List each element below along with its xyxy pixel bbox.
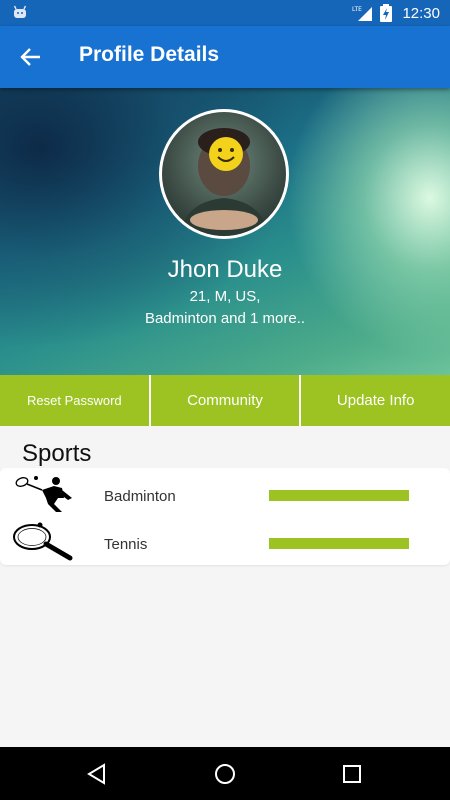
reset-password-button[interactable]: Reset Password (0, 375, 149, 426)
badminton-player-icon (15, 476, 72, 512)
recents-square-icon[interactable] (339, 761, 365, 787)
status-time: 12:30 (402, 4, 440, 22)
action-buttons: Reset Password Community Update Info (0, 375, 450, 426)
update-info-button[interactable]: Update Info (301, 375, 450, 426)
community-button[interactable]: Community (150, 375, 300, 426)
lte-signal-icon: LTE (352, 6, 373, 21)
sports-list: Badminton Tennis (0, 468, 450, 565)
sports-section-title: Sports (22, 440, 92, 467)
profile-name: Jhon Duke (167, 256, 283, 283)
sport-name: Tennis (104, 536, 148, 553)
sport-level-fill (269, 538, 409, 549)
profile-header: Jhon Duke 21, M, US, Badminton and 1 mor… (0, 88, 450, 375)
avatar-photo (180, 128, 268, 236)
battery-charging-icon (380, 4, 393, 22)
back-triangle-icon[interactable] (84, 761, 110, 787)
page-title: Profile Details (79, 43, 220, 66)
profile-details: 21, M, US, (189, 288, 261, 305)
list-item[interactable]: Tennis (0, 518, 450, 566)
sport-level-fill (269, 490, 409, 501)
android-icon (13, 5, 27, 18)
sport-level-bar (269, 538, 409, 549)
arrow-back-icon[interactable] (18, 43, 46, 71)
list-item[interactable]: Badminton (0, 470, 450, 518)
app-toolbar: Profile Details (0, 26, 450, 88)
sport-level-bar (269, 490, 409, 501)
avatar[interactable] (159, 109, 289, 239)
home-circle-icon[interactable] (212, 761, 238, 787)
profile-sports-summary: Badminton and 1 more.. (144, 310, 306, 327)
tennis-racket-icon (13, 522, 73, 561)
status-bar: LTE 12:30 (0, 0, 450, 26)
network-type-label: LTE (352, 6, 362, 13)
sport-name: Badminton (104, 488, 176, 505)
system-nav-bar (0, 747, 450, 800)
